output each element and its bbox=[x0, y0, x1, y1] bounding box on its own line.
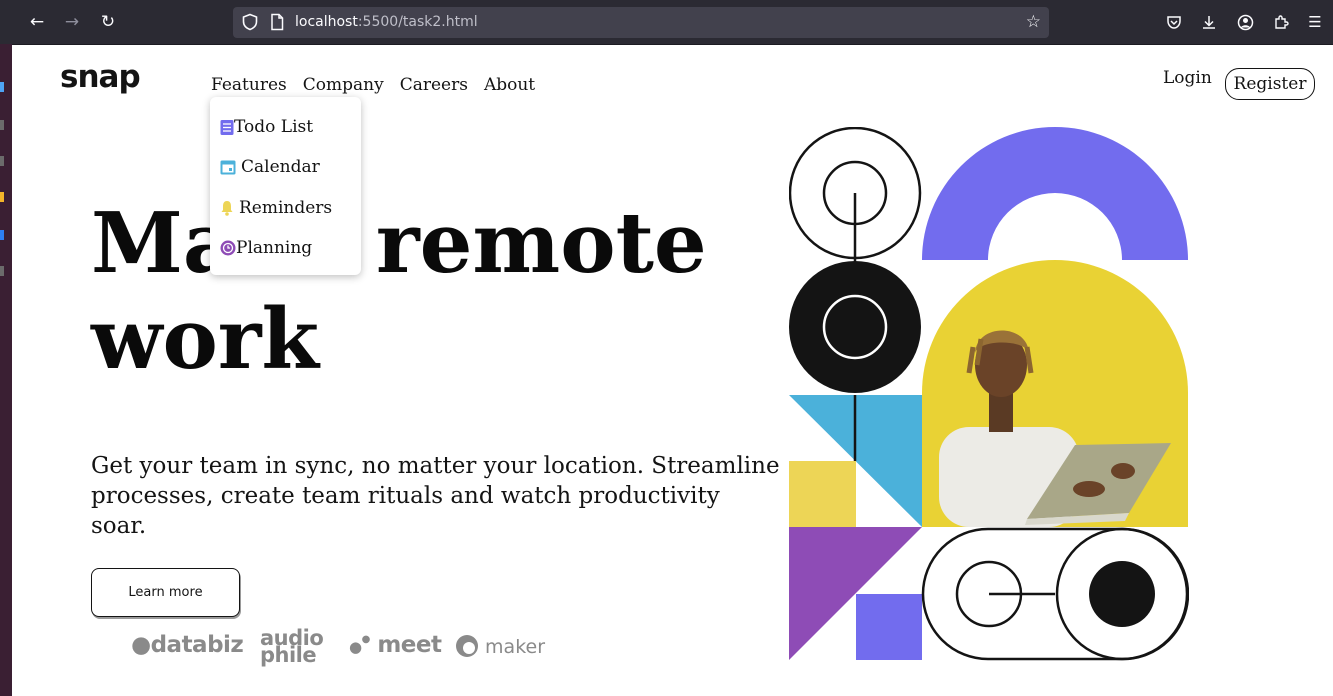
dropdown-item-planning[interactable]: Planning bbox=[220, 238, 312, 258]
headline-line-2: work bbox=[91, 290, 320, 388]
maker-logo-icon bbox=[456, 635, 478, 657]
client-logos: ●databiz audio phile ●● meet maker bbox=[131, 628, 551, 674]
url-path: :5500/task2.html bbox=[357, 14, 478, 30]
pocket-icon[interactable] bbox=[1164, 12, 1184, 32]
download-icon[interactable] bbox=[1199, 12, 1219, 32]
dropdown-item-label: Reminders bbox=[239, 198, 333, 218]
url-text: localhost:5500/task2.html bbox=[295, 14, 478, 30]
black-circle-shape bbox=[789, 261, 921, 393]
clock-icon bbox=[220, 240, 236, 256]
black-dot-shape bbox=[1089, 561, 1155, 627]
nav-careers[interactable]: Careers bbox=[400, 75, 468, 95]
learn-more-button[interactable]: Learn more bbox=[91, 568, 240, 617]
dropdown-item-label: Calendar bbox=[241, 157, 320, 177]
dropdown-item-calendar[interactable]: Calendar bbox=[220, 157, 320, 177]
register-button[interactable]: Register bbox=[1225, 68, 1315, 100]
hero-headline: Make remote work bbox=[91, 195, 731, 387]
desktop-dock-edge bbox=[0, 44, 12, 696]
bell-icon bbox=[221, 201, 233, 216]
client-databiz-label: databiz bbox=[150, 632, 244, 658]
back-arrow-icon[interactable]: ← bbox=[25, 10, 49, 34]
address-bar[interactable]: localhost:5500/task2.html ☆ bbox=[233, 7, 1049, 38]
page-icon bbox=[271, 13, 284, 31]
logo[interactable]: snap bbox=[60, 59, 141, 95]
client-meet-label: meet bbox=[377, 632, 442, 658]
headline-line-1: Make remote bbox=[91, 194, 707, 292]
reload-icon[interactable]: ↻ bbox=[96, 10, 120, 34]
browser-toolbar: ← → ↻ localhost:5500/task2.html ☆ ☰ bbox=[0, 0, 1333, 45]
dropdown-item-todo-list[interactable]: Todo List bbox=[220, 117, 313, 137]
purple-arch-shape bbox=[922, 127, 1188, 260]
menu-icon[interactable]: ☰ bbox=[1305, 12, 1325, 32]
login-link[interactable]: Login bbox=[1163, 68, 1212, 88]
account-icon[interactable] bbox=[1235, 12, 1255, 32]
dropdown-item-label: Todo List bbox=[234, 117, 314, 137]
nav-features[interactable]: Features bbox=[211, 75, 287, 95]
bookmark-star-icon[interactable]: ☆ bbox=[1026, 12, 1041, 32]
features-dropdown: Todo List Calendar Reminders Planning bbox=[210, 97, 361, 275]
nav-company[interactable]: Company bbox=[303, 75, 384, 95]
client-maker: maker bbox=[455, 634, 545, 658]
calendar-icon bbox=[220, 160, 236, 175]
shield-icon[interactable] bbox=[241, 13, 259, 31]
client-databiz: ●databiz bbox=[131, 632, 244, 658]
dropdown-item-label: Planning bbox=[236, 238, 313, 258]
web-page: snap Features Company Careers About Logi… bbox=[12, 45, 1333, 696]
client-audiophile: audio phile bbox=[260, 628, 340, 667]
yellow-square-shape bbox=[789, 461, 856, 527]
extensions-icon[interactable] bbox=[1271, 12, 1291, 32]
url-host: localhost bbox=[295, 14, 358, 30]
dropdown-item-reminders[interactable]: Reminders bbox=[220, 198, 332, 218]
purple-square-shape bbox=[856, 594, 922, 660]
todo-icon bbox=[220, 119, 234, 135]
forward-arrow-icon[interactable]: → bbox=[60, 10, 84, 34]
nav-about[interactable]: About bbox=[484, 75, 535, 95]
client-meet: ●● meet bbox=[349, 632, 442, 658]
client-maker-label: maker bbox=[485, 636, 546, 658]
hero-illustration bbox=[789, 127, 1189, 661]
hero-subtext: Get your team in sync, no matter your lo… bbox=[91, 453, 780, 539]
client-audiophile-bottom: phile bbox=[260, 643, 317, 667]
main-nav: Features Company Careers About bbox=[211, 75, 551, 95]
